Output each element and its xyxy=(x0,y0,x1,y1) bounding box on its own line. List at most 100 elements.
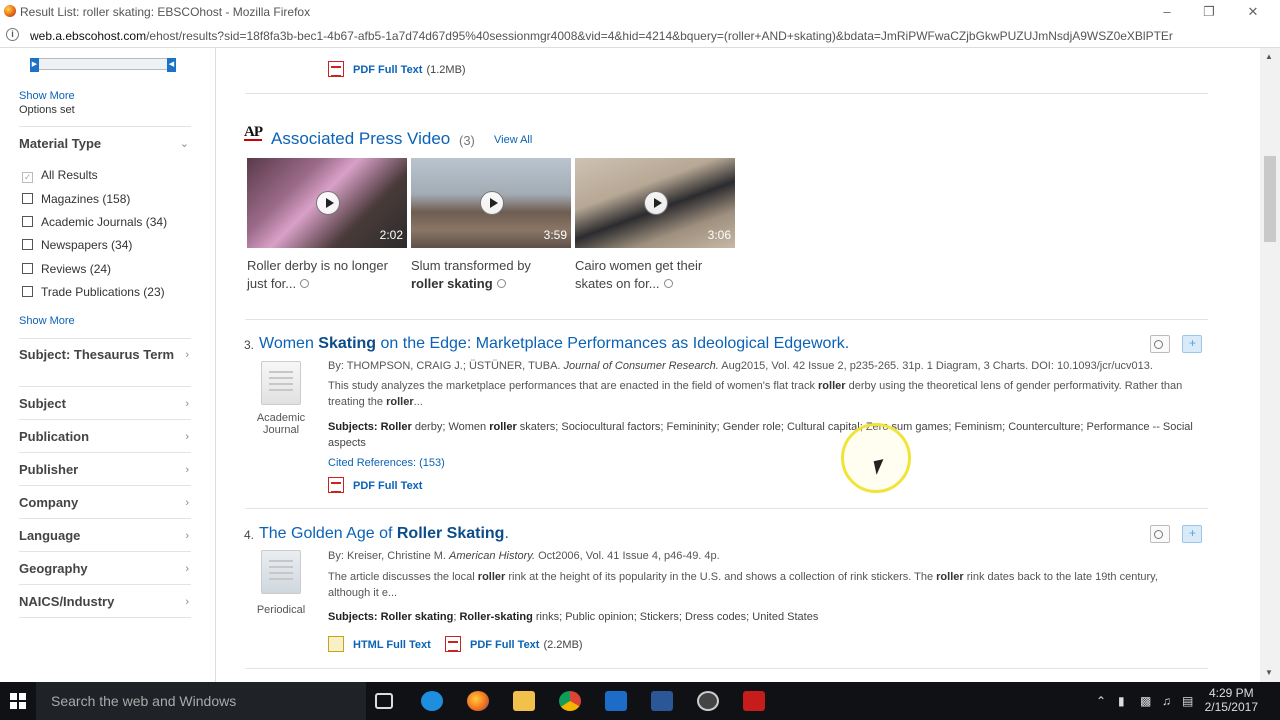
window-title-bar: Result List: roller skating: EBSCOhost -… xyxy=(0,0,1280,24)
volume-icon[interactable]: ♫ xyxy=(1162,694,1176,708)
html-full-text-link[interactable]: HTML Full Text xyxy=(328,636,431,652)
result-metadata: By: Kreiser, Christine M. American Histo… xyxy=(328,550,720,562)
facet-language[interactable]: Language › xyxy=(19,528,189,544)
checkbox-icon[interactable]: ✓ xyxy=(22,172,33,183)
add-to-folder-icon[interactable] xyxy=(1182,525,1202,543)
notifications-icon[interactable]: ▤ xyxy=(1182,694,1196,708)
video-caption[interactable]: Roller derby is no longer just for... xyxy=(247,257,407,293)
chevron-right-icon: › xyxy=(185,431,189,443)
periodical-icon xyxy=(261,550,301,594)
pdf-icon xyxy=(445,636,461,652)
scrollbar-thumb[interactable] xyxy=(1264,156,1276,242)
task-view-icon[interactable] xyxy=(375,693,393,709)
word-icon[interactable] xyxy=(651,691,673,711)
preview-icon[interactable] xyxy=(1150,335,1170,353)
divider xyxy=(245,93,1208,94)
slider-handle-right[interactable]: ◀ xyxy=(167,58,176,72)
result-title-link[interactable]: The Golden Age of Roller Skating. xyxy=(259,525,509,543)
acrobat-icon[interactable] xyxy=(743,691,765,711)
play-icon[interactable] xyxy=(480,191,504,215)
edge-icon[interactable] xyxy=(421,691,443,711)
result-number: 3. xyxy=(244,338,255,352)
preview-magnifier-icon[interactable] xyxy=(496,279,506,288)
outlook-icon[interactable] xyxy=(605,691,627,711)
add-to-folder-icon[interactable] xyxy=(1182,335,1202,353)
divider xyxy=(19,338,191,339)
video-thumbnail[interactable]: 2:02 xyxy=(247,158,407,248)
date-range-slider[interactable]: ▶ ◀ xyxy=(30,58,176,72)
cursor-highlight xyxy=(841,423,911,493)
checkbox-newspapers[interactable]: Newspapers (34) xyxy=(22,238,132,252)
checkbox-icon[interactable] xyxy=(22,286,33,297)
file-explorer-icon[interactable] xyxy=(513,691,535,711)
checkbox-trade-publications[interactable]: Trade Publications (23) xyxy=(22,285,165,299)
scroll-up-icon[interactable]: ▲ xyxy=(1265,52,1273,61)
checkbox-all-results[interactable]: ✓ All Results xyxy=(22,168,98,183)
power-icon[interactable]: ▮ xyxy=(1118,694,1132,708)
play-icon[interactable] xyxy=(316,191,340,215)
firefox-taskbar-icon[interactable] xyxy=(467,691,489,711)
result-metadata: By: THOMPSON, CRAIG J.; ÜSTÜNER, TUBA. J… xyxy=(328,360,1153,372)
windows-start-icon[interactable] xyxy=(10,693,26,709)
site-info-icon[interactable]: i xyxy=(6,28,19,41)
chevron-down-icon: ⌄ xyxy=(179,138,189,150)
pdf-icon xyxy=(328,477,344,493)
chevron-right-icon: › xyxy=(185,398,189,410)
facet-subject-thesaurus[interactable]: Subject: Thesaurus Term › xyxy=(19,347,189,363)
ap-video-count: (3) xyxy=(459,133,475,148)
vertical-scrollbar[interactable]: ▲ ▼ xyxy=(1260,48,1280,682)
checkbox-reviews[interactable]: Reviews (24) xyxy=(22,262,111,276)
facet-company[interactable]: Company › xyxy=(19,495,189,511)
video-thumbnail[interactable]: 3:59 xyxy=(411,158,571,248)
preview-magnifier-icon[interactable] xyxy=(663,279,673,288)
result-title-link[interactable]: Women Skating on the Edge: Marketplace P… xyxy=(259,335,849,353)
result-subjects: Subjects: Roller skating; Roller-skating… xyxy=(328,611,819,623)
facet-geography[interactable]: Geography › xyxy=(19,561,189,577)
network-icon[interactable]: ▩ xyxy=(1140,694,1154,708)
video-caption[interactable]: Slum transformed by roller skating xyxy=(411,257,571,293)
chrome-icon[interactable] xyxy=(559,691,581,711)
restore-icon[interactable]: ❐ xyxy=(1194,4,1224,20)
checkbox-icon[interactable] xyxy=(22,193,33,204)
pdf-full-text-link[interactable]: PDF Full Text xyxy=(328,477,422,493)
facet-publication[interactable]: Publication › xyxy=(19,429,189,445)
html-icon xyxy=(328,636,344,652)
minimize-icon[interactable]: – xyxy=(1152,4,1182,20)
facet-subject[interactable]: Subject › xyxy=(19,396,189,412)
ap-video-heading[interactable]: Associated Press Video xyxy=(271,129,450,149)
cited-references-link[interactable]: Cited References: (153) xyxy=(328,457,445,469)
view-all-link[interactable]: View All xyxy=(494,134,532,146)
chevron-right-icon: › xyxy=(185,596,189,608)
close-icon[interactable]: ✕ xyxy=(1238,4,1268,20)
checkbox-icon[interactable] xyxy=(22,216,33,227)
checkbox-icon[interactable] xyxy=(22,239,33,250)
chevron-right-icon: › xyxy=(185,464,189,476)
result-abstract: This study analyzes the marketplace perf… xyxy=(328,380,1183,408)
facet-publisher[interactable]: Publisher › xyxy=(19,462,189,478)
taskbar-search-box[interactable]: Search the web and Windows xyxy=(36,682,366,720)
chevron-right-icon: › xyxy=(185,497,189,509)
url-text[interactable]: web.a.ebscohost.com/ehost/results?sid=18… xyxy=(30,29,1173,43)
scroll-down-icon[interactable]: ▼ xyxy=(1265,668,1273,677)
show-more-material-link[interactable]: Show More xyxy=(19,315,75,327)
address-bar[interactable]: i web.a.ebscohost.com/ehost/results?sid=… xyxy=(0,24,1280,48)
checkbox-magazines[interactable]: Magazines (158) xyxy=(22,192,130,206)
checkbox-icon[interactable] xyxy=(22,263,33,274)
slider-handle-left[interactable]: ▶ xyxy=(30,58,39,72)
media-app-icon[interactable] xyxy=(697,691,719,711)
play-icon[interactable] xyxy=(644,191,668,215)
clock[interactable]: 4:29 PM 2/15/2017 xyxy=(1205,686,1258,714)
divider xyxy=(245,668,1208,669)
material-type-heading[interactable]: Material Type ⌄ xyxy=(19,136,189,152)
checkbox-academic-journals[interactable]: Academic Journals (34) xyxy=(22,215,167,229)
chevron-up-icon[interactable]: ⌃ xyxy=(1096,694,1110,708)
pdf-full-text-link[interactable]: PDF Full Text (2.2MB) xyxy=(445,636,583,652)
video-thumbnail[interactable]: 3:06 xyxy=(575,158,735,248)
divider xyxy=(19,126,191,127)
show-more-link[interactable]: Show More xyxy=(19,90,75,102)
facet-naics-industry[interactable]: NAICS/Industry › xyxy=(19,594,189,610)
preview-magnifier-icon[interactable] xyxy=(300,279,310,288)
pdf-full-text-link[interactable]: PDF Full Text (1.2MB) xyxy=(328,61,466,77)
preview-icon[interactable] xyxy=(1150,525,1170,543)
video-caption[interactable]: Cairo women get their skates on for... xyxy=(575,257,735,293)
